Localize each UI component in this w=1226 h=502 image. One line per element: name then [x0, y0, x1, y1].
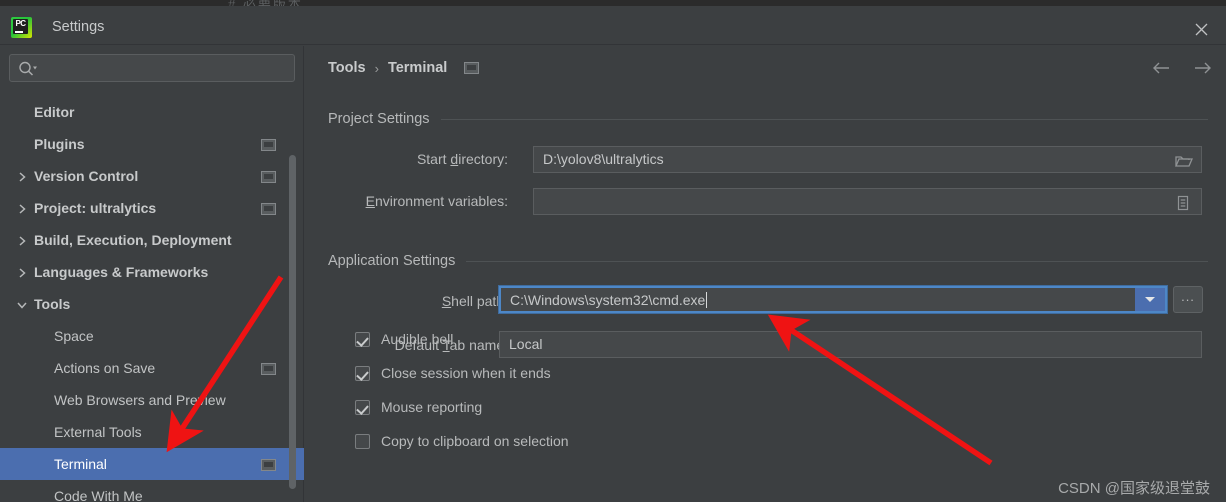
checkbox-mouse-reporting[interactable]: Mouse reporting: [355, 399, 482, 415]
search-input[interactable]: [44, 55, 290, 81]
checkbox-label: Copy to clipboard on selection: [381, 433, 569, 449]
sidebar-item-label: Actions on Save: [54, 360, 156, 376]
settings-sync-icon[interactable]: [261, 138, 276, 151]
sidebar-item-label: External Tools: [54, 424, 142, 440]
project-settings-title: Project Settings: [328, 111, 430, 127]
checkbox-label: Audible bell: [381, 331, 454, 347]
arrow-left-icon[interactable]: [1151, 60, 1171, 78]
checkbox-checked-icon[interactable]: [355, 399, 370, 415]
sidebar-item-label: Web Browsers and Preview: [54, 392, 226, 408]
default-tab-name-value: Local: [509, 336, 543, 352]
sidebar-item-project-ultralytics[interactable]: Project: ultralytics: [0, 192, 304, 224]
settings-main-panel: Tools › Terminal Project Settings Start …: [305, 46, 1226, 502]
checkbox-unchecked-icon[interactable]: [355, 433, 370, 449]
chevron-down-icon[interactable]: [16, 298, 28, 310]
application-settings-title: Application Settings: [328, 253, 456, 269]
sidebar-item-terminal[interactable]: Terminal: [0, 448, 304, 480]
checkbox-label: Close session when it ends: [381, 365, 551, 381]
sidebar-item-space[interactable]: Space: [0, 320, 304, 352]
start-directory-value: D:\yolov8\ultralytics: [543, 151, 664, 167]
chevron-right-icon[interactable]: [16, 170, 28, 182]
start-directory-label: Start directory:: [416, 151, 508, 167]
shell-path-input[interactable]: C:\Windows\system32\cmd.exe: [499, 286, 1167, 313]
sidebar-item-label: Version Control: [34, 168, 139, 184]
section-divider: [466, 260, 1208, 262]
environment-variables-label: Environment variables:: [365, 193, 508, 209]
breadcrumb-leaf: Terminal: [387, 60, 448, 76]
settings-sync-icon[interactable]: [261, 202, 276, 215]
sidebar-item-label: Editor: [34, 104, 75, 120]
settings-sync-icon[interactable]: [464, 62, 480, 74]
breadcrumb-root[interactable]: Tools: [328, 60, 366, 76]
chevron-right-icon[interactable]: [16, 202, 28, 214]
checkbox-checked-icon[interactable]: [355, 365, 370, 381]
settings-sync-icon[interactable]: [261, 458, 276, 471]
folder-icon[interactable]: [1175, 152, 1193, 168]
sidebar-item-label: Project: ultralytics: [34, 200, 157, 216]
shell-path-browse-button[interactable]: ...: [1173, 286, 1203, 313]
pycharm-logo: PC: [11, 17, 32, 38]
sidebar-item-code-with-me[interactable]: Code With Me: [0, 480, 304, 502]
chevron-down-icon[interactable]: [1135, 288, 1165, 311]
section-divider: [440, 118, 1208, 120]
project-settings-section-header: Project Settings: [328, 111, 1208, 127]
sidebar-item-label: Plugins: [34, 136, 85, 152]
sidebar-item-editor[interactable]: Editor: [0, 96, 304, 128]
sidebar-item-version-control[interactable]: Version Control: [0, 160, 304, 192]
start-directory-input[interactable]: D:\yolov8\ultralytics: [533, 146, 1202, 173]
sidebar-scrollbar-thumb[interactable]: [289, 155, 296, 489]
default-tab-name-input[interactable]: Local: [499, 331, 1202, 358]
sidebar-item-label: Build, Execution, Deployment: [34, 232, 232, 248]
sidebar-item-build-execution-deployment[interactable]: Build, Execution, Deployment: [0, 224, 304, 256]
window-title: Settings: [52, 19, 105, 35]
checkbox-audible-bell[interactable]: Audible bell: [355, 331, 453, 347]
title-bar: PC Settings: [0, 6, 1226, 45]
sidebar-item-tools[interactable]: Tools: [0, 288, 304, 320]
search-box[interactable]: [9, 54, 295, 82]
settings-dialog: # 必要版本 PC Settings EditorPlugins: [0, 0, 1226, 502]
text-caret: [706, 292, 708, 308]
chevron-right-icon[interactable]: [16, 234, 28, 246]
checkbox-checked-icon[interactable]: [355, 331, 370, 347]
navigation-buttons: [1151, 60, 1213, 78]
sidebar-item-label: Tools: [34, 296, 71, 312]
csdn-watermark: CSDN @国家级退堂鼓: [1058, 480, 1210, 497]
sidebar-item-languages-frameworks[interactable]: Languages & Frameworks: [0, 256, 304, 288]
chevron-right-icon[interactable]: [16, 266, 28, 278]
settings-sync-icon[interactable]: [261, 170, 276, 183]
checkbox-close-session-when-it-ends[interactable]: Close session when it ends: [355, 365, 551, 381]
environment-variables-input[interactable]: [533, 188, 1202, 215]
checkbox-copy-to-clipboard-on-selection[interactable]: Copy to clipboard on selection: [355, 433, 569, 449]
application-settings-section-header: Application Settings: [328, 253, 1208, 269]
checkbox-label: Mouse reporting: [381, 399, 483, 415]
breadcrumb-separator: ›: [374, 60, 379, 76]
settings-sync-icon[interactable]: [261, 362, 276, 375]
shell-path-value: C:\Windows\system32\cmd.exe: [510, 292, 706, 308]
sidebar-item-external-tools[interactable]: External Tools: [0, 416, 304, 448]
sidebar-item-label: Terminal: [54, 456, 107, 472]
sidebar-item-label: Languages & Frameworks: [34, 264, 209, 280]
settings-sidebar: Editor Plugins Version Control Project: ult…: [0, 46, 304, 502]
sidebar-item-plugins[interactable]: Plugins: [0, 128, 304, 160]
list-icon[interactable]: [1175, 194, 1193, 211]
sidebar-item-label: Space: [54, 328, 94, 344]
settings-tree: Editor Plugins Version Control Project: ult…: [0, 96, 304, 502]
sidebar-scrollbar-track[interactable]: [289, 46, 300, 502]
shell-path-label: Shell path:: [441, 293, 508, 309]
arrow-right-icon[interactable]: [1193, 60, 1213, 78]
breadcrumb: Tools › Terminal: [328, 60, 480, 76]
sidebar-item-label: Code With Me: [54, 488, 143, 502]
search-icon: [18, 60, 38, 78]
sidebar-item-actions-on-save[interactable]: Actions on Save: [0, 352, 304, 384]
sidebar-item-web-browsers-and-preview[interactable]: Web Browsers and Preview: [0, 384, 304, 416]
close-icon[interactable]: [1190, 18, 1212, 40]
